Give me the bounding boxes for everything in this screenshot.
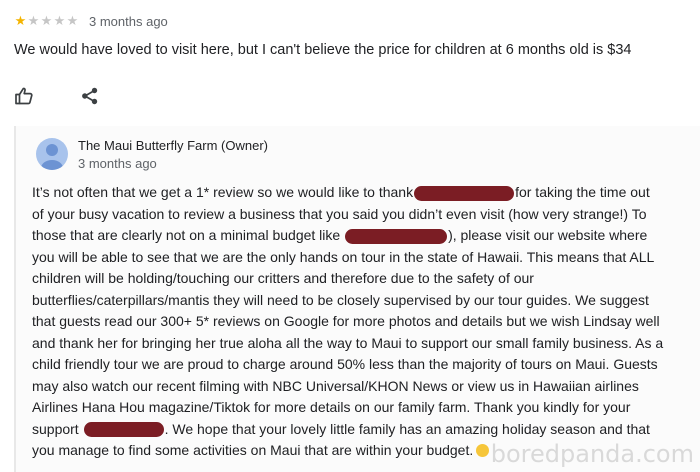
reply-line: support . We hope that your lovely littl… xyxy=(32,419,696,441)
reply-text-segment: for taking the time out xyxy=(515,184,650,200)
share-icon[interactable] xyxy=(80,86,100,106)
review-text: We would have loved to visit here, but I… xyxy=(14,42,632,58)
redacted-name-mark xyxy=(414,185,515,201)
owner-reply-date: 3 months ago xyxy=(78,156,157,171)
star-empty-icon: ★ xyxy=(40,13,53,28)
redacted-name-mark xyxy=(83,422,164,438)
reply-line: of your busy vacation to review a busine… xyxy=(32,205,647,222)
reply-line: may also watch our recent filming with N… xyxy=(32,377,639,394)
thumbs-up-icon[interactable] xyxy=(14,86,34,106)
redacted-name-mark xyxy=(345,228,448,244)
reply-line: Airlines Hana Hou magazine/Tiktok for mo… xyxy=(32,399,631,415)
person-icon xyxy=(41,144,63,170)
reply-line: you will be able to see that we are the … xyxy=(32,248,655,265)
reply-line: butterflies/caterpillars/mantis they wil… xyxy=(32,291,649,308)
reply-text-segment: support xyxy=(32,420,79,437)
owner-reply-panel: The Maui Butterfly Farm (Owner) 3 months… xyxy=(14,126,700,472)
reply-line: and thank her for bringing her true aloh… xyxy=(32,334,664,351)
star-empty-icon: ★ xyxy=(66,13,79,28)
star-empty-icon: ★ xyxy=(53,13,66,28)
reply-text-segment: It’s not often that we get a 1* review s… xyxy=(32,184,414,200)
owner-name: The Maui Butterfly Farm (Owner) xyxy=(78,138,268,153)
grimace-emoji-icon xyxy=(476,444,490,457)
star-empty-icon: ★ xyxy=(27,13,40,28)
reply-text-segment: you manage to find some activities on Ma… xyxy=(32,442,474,458)
star-rating: ★ ★ ★ ★ ★ xyxy=(14,13,79,29)
reply-text-segment: those that are clearly not on a minimal … xyxy=(32,227,341,243)
reply-line: child friendly tour we are proud to char… xyxy=(32,356,658,372)
avatar xyxy=(36,138,68,170)
review-date: 3 months ago xyxy=(89,13,168,29)
review-header: ★ ★ ★ ★ ★ 3 months ago xyxy=(14,13,168,29)
owner-reply-text: It’s not often that we get a 1* review s… xyxy=(32,182,696,462)
watermark: boredpanda.com xyxy=(490,440,694,468)
reply-line: children will be holding/touching our cr… xyxy=(32,270,534,286)
star-filled-icon: ★ xyxy=(14,13,27,28)
reply-line: those that are clearly not on a minimal … xyxy=(32,225,696,247)
reply-line: that guests read our 300+ 5* reviews on … xyxy=(32,313,660,329)
reply-line: It’s not often that we get a 1* review s… xyxy=(32,182,696,204)
review-actions xyxy=(14,86,100,106)
reply-text-segment: . We hope that your lovely little family… xyxy=(164,420,650,437)
reply-text-segment: ), please visit our website where xyxy=(448,227,648,243)
